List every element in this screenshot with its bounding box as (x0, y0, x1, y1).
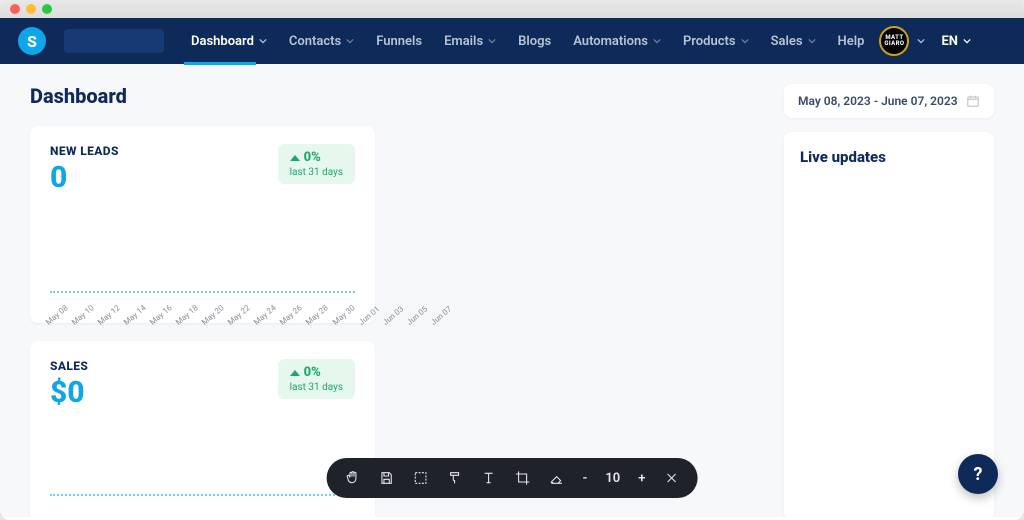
calendar-icon (966, 94, 980, 108)
save-icon[interactable] (379, 470, 395, 486)
traffic-light-minimize-icon[interactable] (26, 4, 36, 14)
zoom-value: 10 (605, 471, 620, 486)
sales-chart (50, 440, 355, 500)
content-area: Dashboard NEW LEADS 0 0% last 31 days (0, 64, 1024, 520)
x-tick: May 20 (200, 303, 226, 327)
main-column: Dashboard NEW LEADS 0 0% last 31 days (30, 84, 766, 520)
delta-percent: 0% (304, 150, 321, 165)
traffic-light-close-icon[interactable] (10, 4, 20, 14)
metric-value: $0 (50, 375, 88, 410)
nav-label: Sales (771, 34, 803, 49)
search-input[interactable] (64, 29, 164, 53)
chart-series-line (50, 494, 355, 496)
delta-subtext: last 31 days (290, 382, 343, 393)
date-range-picker[interactable]: May 08, 2023 - June 07, 2023 (784, 84, 994, 118)
x-tick: Jun 03 (381, 304, 405, 326)
x-tick: May 26 (278, 303, 304, 327)
chevron-down-icon (653, 37, 661, 45)
x-tick: May 12 (96, 303, 122, 327)
metric-value: 0 (50, 160, 119, 195)
chevron-down-icon (346, 37, 354, 45)
page-title: Dashboard (30, 84, 766, 108)
selection-icon[interactable] (413, 470, 429, 486)
delta-badge: 0% last 31 days (278, 144, 355, 184)
close-icon[interactable] (663, 470, 679, 486)
nav-label: Emails (444, 34, 483, 49)
zoom-out-button[interactable]: - (583, 471, 588, 486)
x-tick: Jun 05 (405, 304, 429, 326)
nav-contacts[interactable]: Contacts (282, 18, 361, 64)
nav-automations[interactable]: Automations (566, 18, 668, 64)
chevron-down-icon (963, 37, 971, 45)
eraser-icon[interactable] (549, 470, 565, 486)
text-icon[interactable] (481, 470, 497, 486)
nav-label: Contacts (289, 34, 341, 49)
zoom-in-button[interactable]: + (638, 471, 645, 486)
top-nav: S Dashboard Contacts Funnels Emails Blog… (0, 18, 1024, 64)
brand-logo[interactable]: S (18, 27, 46, 55)
date-range-text: May 08, 2023 - June 07, 2023 (798, 94, 958, 108)
app-window: S Dashboard Contacts Funnels Emails Blog… (0, 0, 1024, 520)
x-tick: Jun 07 (429, 304, 453, 326)
nav-label: Dashboard (191, 34, 254, 49)
x-tick: May 28 (304, 303, 330, 327)
nav-label: Products (683, 34, 736, 49)
chart-series-line (50, 291, 355, 293)
x-tick: May 18 (174, 303, 200, 327)
x-tick: May 14 (122, 303, 148, 327)
nav-dashboard[interactable]: Dashboard (184, 18, 274, 64)
delta-badge: 0% last 31 days (278, 359, 355, 399)
nav-blogs[interactable]: Blogs (511, 18, 558, 64)
delta-subtext: last 31 days (290, 167, 343, 178)
nav-products[interactable]: Products (676, 18, 756, 64)
traffic-light-zoom-icon[interactable] (42, 4, 52, 14)
window-titlebar (0, 0, 1024, 18)
delta-percent: 0% (304, 365, 321, 380)
x-tick: May 10 (70, 303, 96, 327)
language-selector[interactable]: EN (933, 34, 971, 49)
leads-chart: May 08 May 10 May 12 May 14 May 16 May 1… (50, 225, 355, 315)
user-avatar[interactable]: MATT GIARO (879, 26, 909, 56)
metric-label: NEW LEADS (50, 144, 119, 158)
chevron-down-icon (741, 37, 749, 45)
trend-up-icon (290, 155, 300, 161)
x-tick: May 24 (252, 303, 278, 327)
x-tick: Jun 01 (357, 304, 381, 326)
x-tick: May 30 (331, 303, 357, 327)
nav-sales[interactable]: Sales (764, 18, 823, 64)
nav-emails[interactable]: Emails (437, 18, 503, 64)
trend-up-icon (290, 370, 300, 376)
chart-x-axis: May 08 May 10 May 12 May 14 May 16 May 1… (44, 320, 361, 329)
help-fab[interactable]: ? (958, 454, 998, 494)
live-updates-title: Live updates (800, 148, 978, 166)
nav-funnels[interactable]: Funnels (369, 18, 429, 64)
nav-help[interactable]: Help (831, 18, 872, 64)
metric-label: SALES (50, 359, 88, 373)
crop-icon[interactable] (515, 470, 531, 486)
x-tick: May 08 (44, 303, 70, 327)
chevron-down-icon (259, 37, 267, 45)
nav-label: Blogs (518, 34, 551, 49)
x-tick: May 22 (226, 303, 252, 327)
chevron-down-icon (488, 37, 496, 45)
metric-card-new-leads: NEW LEADS 0 0% last 31 days May 08 (30, 126, 375, 323)
nav-label: Help (838, 34, 865, 49)
nav-label: Automations (573, 34, 648, 49)
x-tick: May 16 (148, 303, 174, 327)
hand-pan-icon[interactable] (345, 470, 361, 486)
metric-card-sales: SALES $0 0% last 31 days (30, 341, 375, 520)
chevron-down-icon (808, 37, 816, 45)
side-column: May 08, 2023 - June 07, 2023 Live update… (784, 84, 994, 520)
floating-toolbar[interactable]: - 10 + (327, 458, 698, 498)
language-value: EN (941, 34, 958, 49)
paint-icon[interactable] (447, 470, 463, 486)
nav-label: Funnels (376, 34, 422, 49)
chevron-down-icon[interactable] (917, 37, 925, 45)
